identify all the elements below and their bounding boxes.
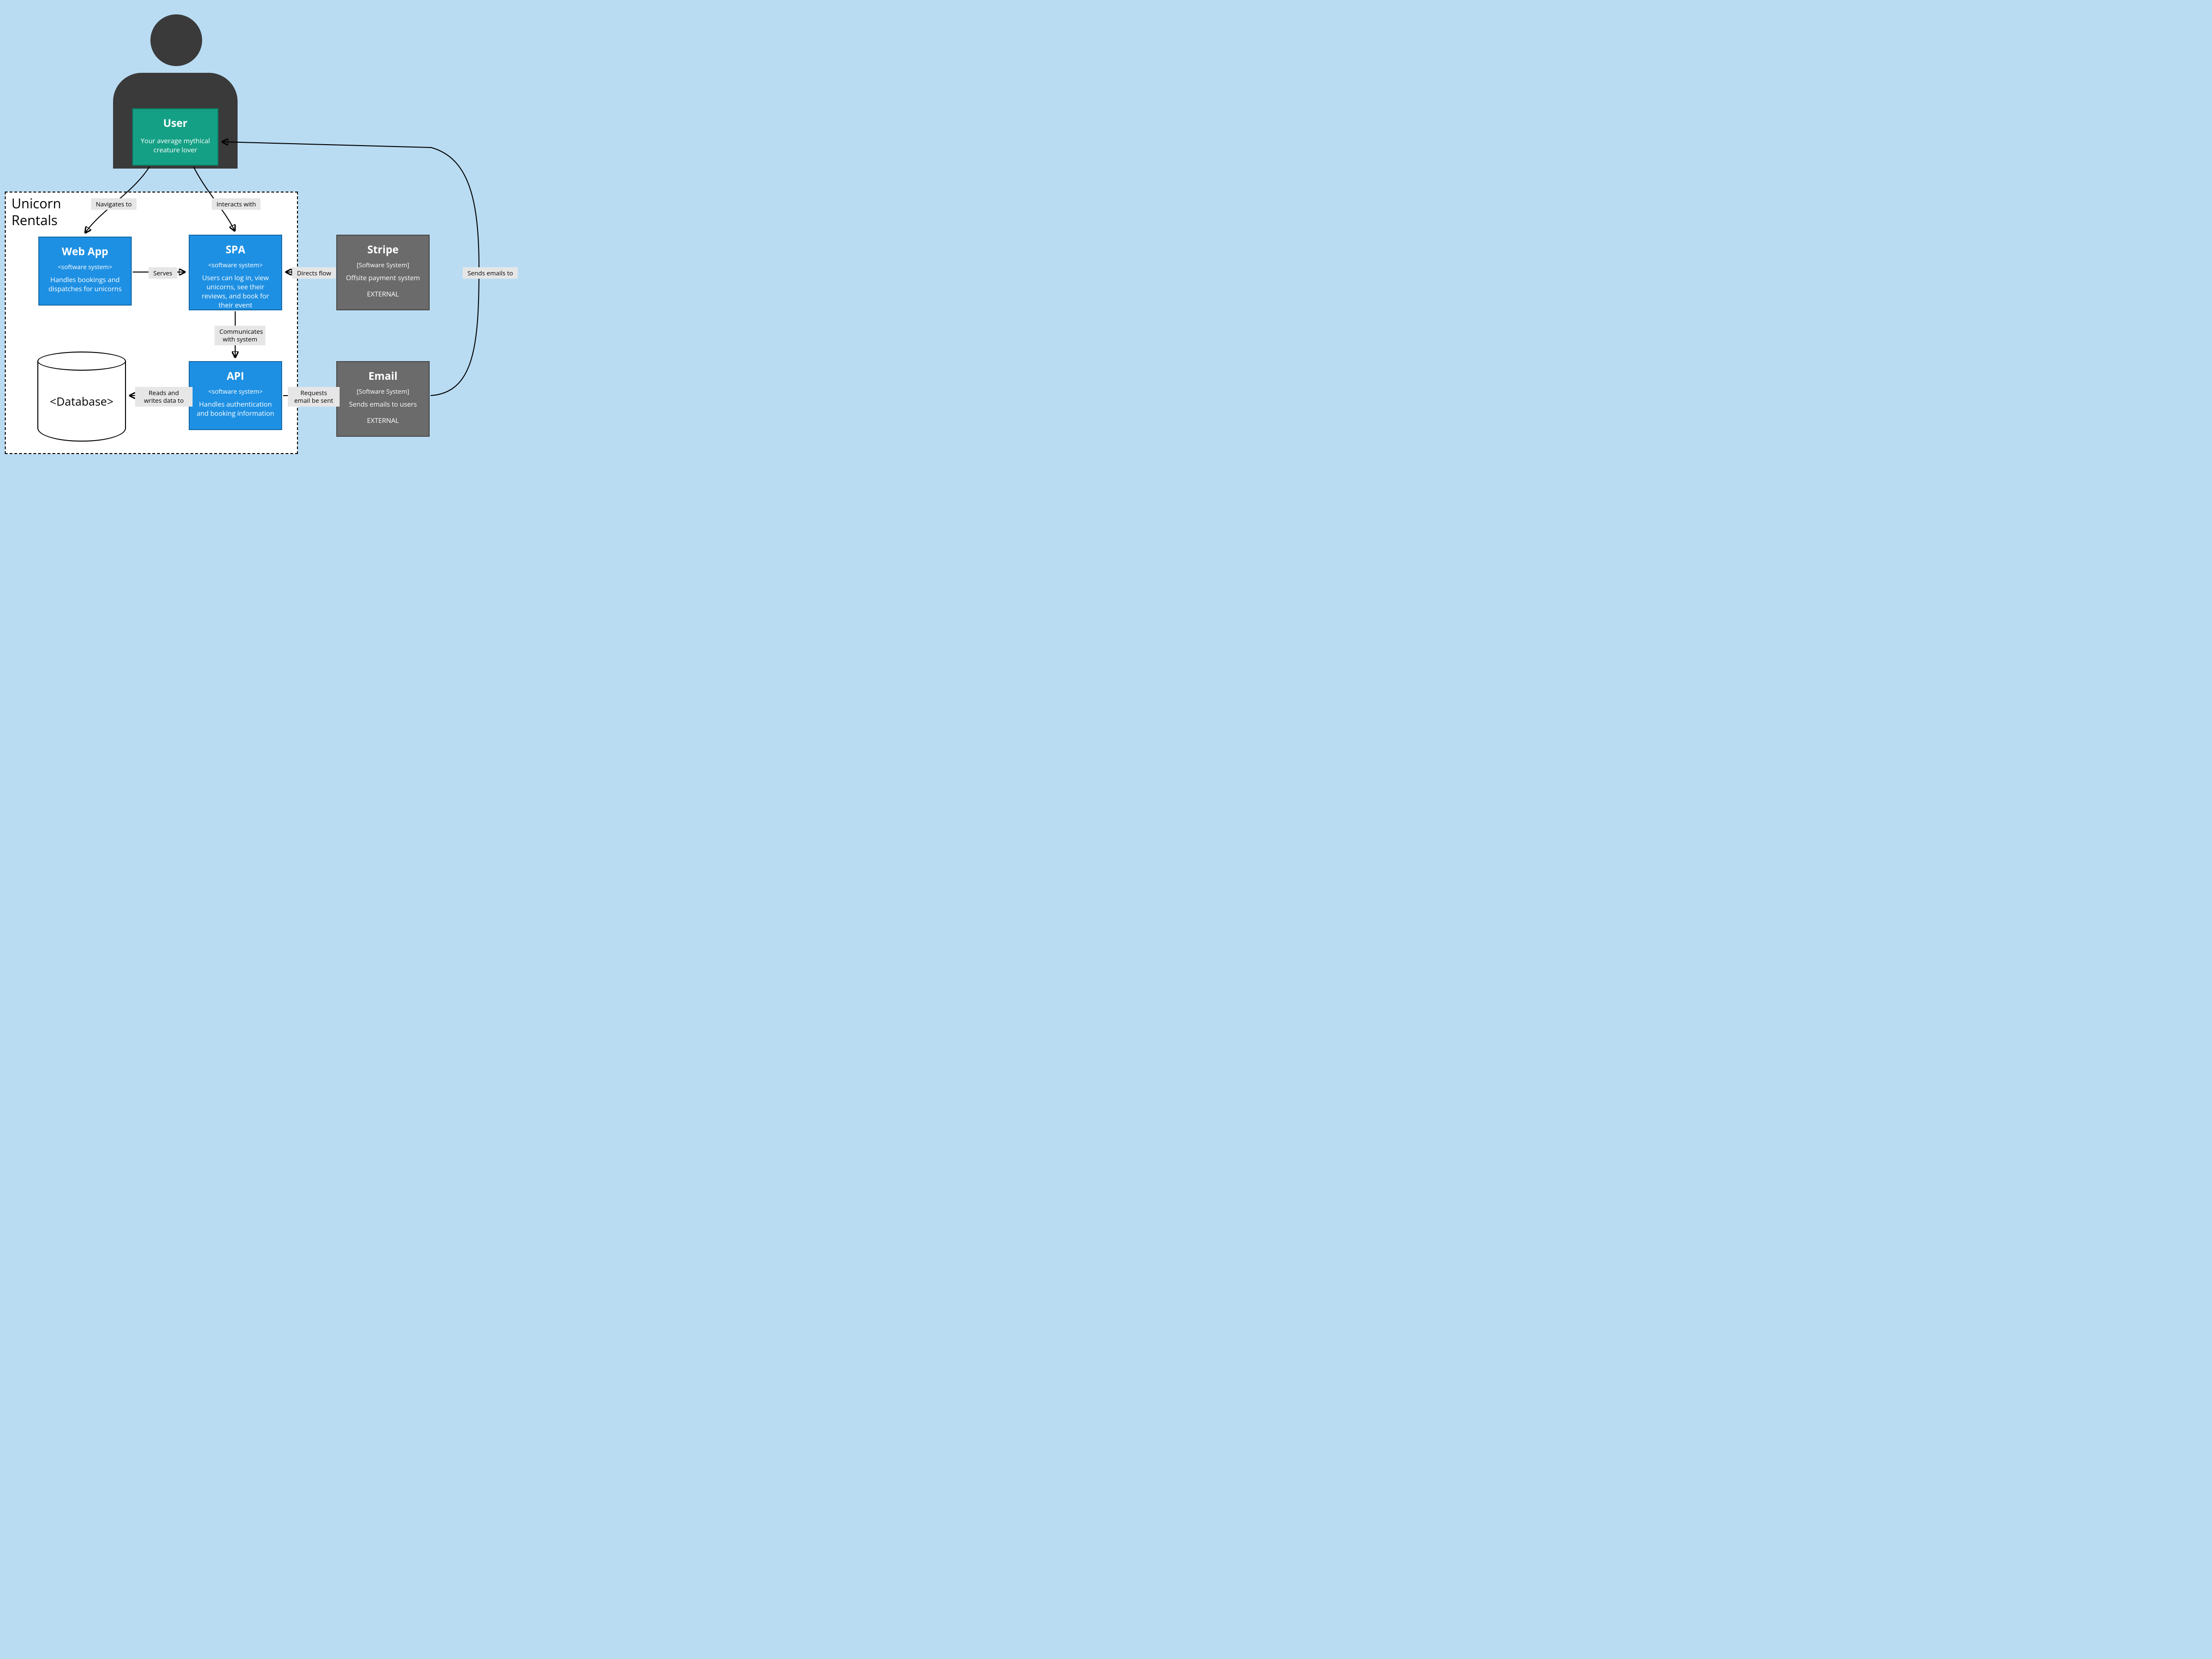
node-spa-desc: Users can log in, view unicorns, see the… bbox=[194, 274, 276, 310]
node-stripe-desc: Offsite payment system bbox=[342, 274, 424, 283]
node-api: API <software system> Handles authentica… bbox=[189, 361, 282, 430]
node-api-subtitle: <software system> bbox=[194, 387, 276, 396]
node-api-title: API bbox=[194, 369, 276, 383]
node-stripe: Stripe [Software System] Offsite payment… bbox=[336, 235, 430, 310]
node-webapp: Web App <software system> Handles bookin… bbox=[38, 237, 132, 306]
edge-label-user-spa: Interacts with bbox=[212, 198, 261, 210]
diagram-canvas: Unicorn Rentals User Your average mythic… bbox=[0, 0, 613, 460]
node-spa-title: SPA bbox=[194, 242, 276, 257]
node-webapp-title: Web App bbox=[44, 244, 126, 259]
node-stripe-subtitle: [Software System] bbox=[342, 261, 424, 269]
node-stripe-tag: EXTERNAL bbox=[342, 290, 424, 299]
node-webapp-subtitle: <software system> bbox=[44, 262, 126, 271]
node-user-title: User bbox=[138, 116, 213, 130]
node-database: <Database> bbox=[37, 352, 126, 442]
node-api-desc: Handles authentication and booking infor… bbox=[194, 400, 276, 419]
node-email-title: Email bbox=[342, 369, 424, 383]
node-user-desc: Your average mythical creature lover bbox=[138, 137, 213, 155]
node-email-desc: Sends emails to users bbox=[342, 400, 424, 409]
node-spa-subtitle: <software system> bbox=[194, 261, 276, 269]
node-spa: SPA <software system> Users can log in, … bbox=[189, 235, 282, 310]
edge-label-api-email: Requests email be sent bbox=[288, 387, 340, 407]
edge-label-spa-stripe: Directs flow bbox=[292, 267, 336, 279]
container-title: Unicorn Rentals bbox=[11, 195, 61, 229]
container-title-line1: Unicorn bbox=[11, 194, 61, 213]
node-stripe-title: Stripe bbox=[342, 242, 424, 257]
node-email: Email [Software System] Sends emails to … bbox=[336, 361, 430, 437]
edge-label-user-webapp: Navigates to bbox=[91, 198, 137, 210]
node-email-subtitle: [Software System] bbox=[342, 387, 424, 396]
edge-label-email-user: Sends emails to bbox=[463, 267, 518, 279]
edge-label-spa-api: Communicates with system bbox=[215, 326, 265, 345]
node-user: User Your average mythical creature love… bbox=[132, 108, 218, 166]
edge-label-webapp-spa: Serves bbox=[148, 267, 177, 279]
node-database-label: <Database> bbox=[37, 394, 126, 409]
edge-label-api-db: Reads and writes data to bbox=[135, 387, 193, 407]
node-webapp-desc: Handles bookings and dispatches for unic… bbox=[44, 276, 126, 294]
node-email-tag: EXTERNAL bbox=[342, 416, 424, 425]
container-title-line2: Rentals bbox=[11, 211, 57, 229]
